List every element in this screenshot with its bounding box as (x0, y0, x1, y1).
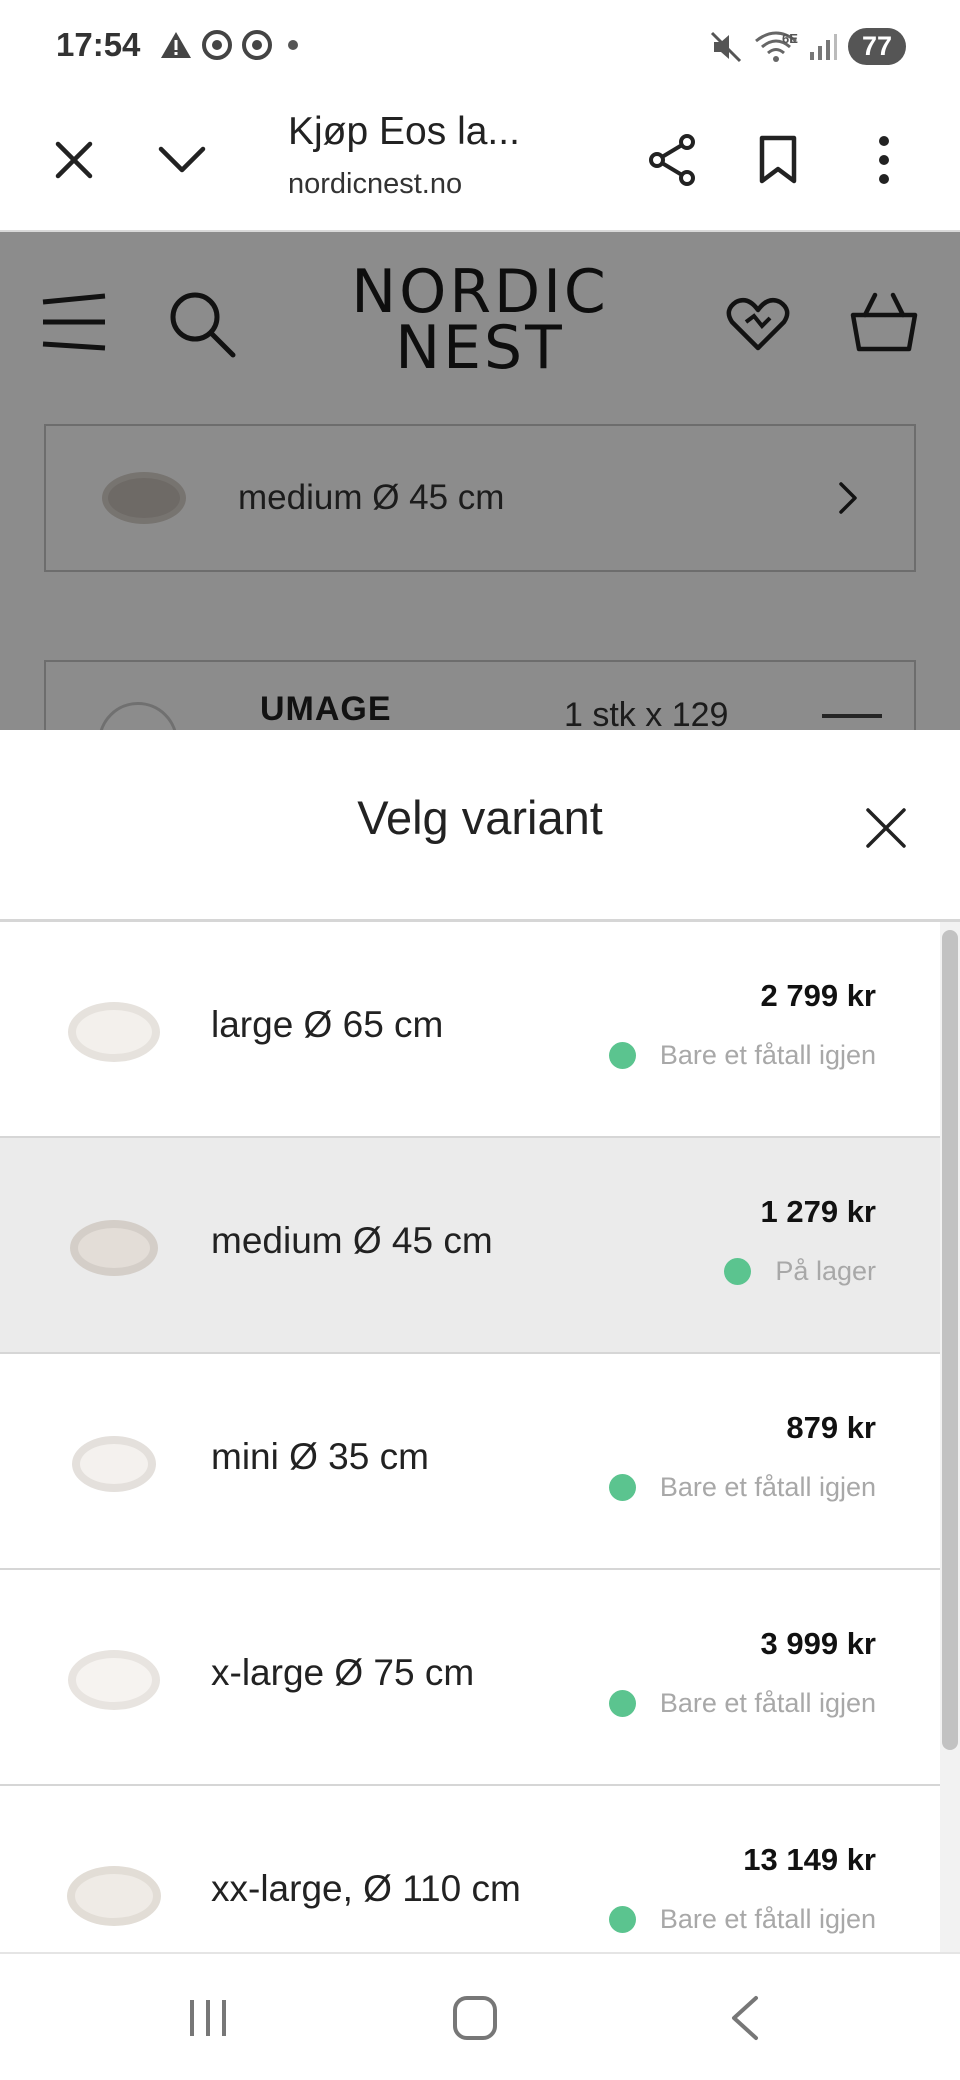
mute-icon (710, 31, 742, 62)
browser-toolbar: Kjøp Eos la... nordicnest.no (0, 92, 960, 232)
chrome-icon (242, 30, 272, 60)
more-options-button[interactable] (844, 120, 924, 200)
variant-thumbnail (68, 1650, 160, 1710)
variant-stock-text: Bare et fåtall igjen (659, 1040, 876, 1070)
tab-url[interactable]: nordicnest.no (288, 168, 462, 201)
variant-thumbnail (70, 1220, 158, 1276)
variant-price: 2 799 kr (760, 978, 877, 1013)
more-vertical-icon (879, 136, 889, 184)
variant-name: medium Ø 45 cm (211, 1220, 493, 1261)
stock-dot-icon (724, 1258, 752, 1285)
battery-indicator: 77 (847, 28, 906, 65)
signal-icon (809, 33, 837, 60)
variant-bottom-sheet: Velg variant large Ø 65 cm 2 799 kr Bare… (0, 730, 960, 1952)
variant-row[interactable]: xx-large, Ø 110 cm 13 149 kr Bare et fåt… (0, 1786, 940, 1952)
back-icon (732, 1996, 758, 2040)
stock-dot-icon (608, 1906, 636, 1933)
share-icon (649, 134, 695, 186)
variant-price: 1 279 kr (760, 1194, 877, 1229)
sheet-title: Velg variant (357, 791, 603, 844)
stock-dot-icon (608, 1042, 636, 1069)
variant-stock-text: Bare et fåtall igjen (659, 1472, 876, 1502)
variant-row[interactable]: mini Ø 35 cm 879 kr Bare et fåtall igjen (0, 1354, 940, 1570)
bookmark-icon (759, 135, 797, 184)
variant-list[interactable]: large Ø 65 cm 2 799 kr Bare et fåtall ig… (0, 922, 940, 1952)
variant-list-scrollbar[interactable] (940, 922, 960, 1952)
status-time: 17:54 (56, 26, 141, 63)
variant-thumbnail (67, 1866, 161, 1926)
variant-stock-text: Bare et fåtall igjen (659, 1904, 876, 1934)
wifi-icon: 6E (754, 31, 798, 63)
variant-stock-status: Bare et fåtall igjen (608, 1472, 876, 1503)
status-notification-icons (160, 30, 304, 60)
tab-title[interactable]: Kjøp Eos la... (288, 110, 520, 154)
system-nav-bar (0, 1952, 960, 2080)
variant-name: mini Ø 35 cm (211, 1436, 429, 1477)
warning-icon (161, 32, 191, 58)
variant-stock-status: Bare et fåtall igjen (608, 1904, 876, 1935)
variant-stock-status: Bare et fåtall igjen (608, 1688, 876, 1719)
status-bar: 17:54 6E 77 (0, 0, 960, 92)
variant-price: 879 kr (786, 1410, 876, 1445)
stock-dot-icon (608, 1690, 636, 1717)
dot-icon (288, 40, 298, 50)
bookmark-button[interactable] (738, 120, 818, 200)
status-system-icons: 6E 77 (710, 28, 906, 65)
variant-row[interactable]: x-large Ø 75 cm 3 999 kr Bare et fåtall … (0, 1570, 940, 1786)
variant-stock-text: Bare et fåtall igjen (659, 1688, 876, 1718)
close-icon (866, 808, 906, 848)
chevron-down-icon (158, 146, 206, 173)
chrome-icon (202, 30, 232, 60)
recent-apps-button[interactable] (163, 1978, 253, 2058)
recent-apps-icon (190, 2000, 226, 2036)
back-button[interactable] (700, 1978, 790, 2058)
variant-row-selected[interactable]: medium Ø 45 cm 1 279 kr På lager (0, 1138, 940, 1354)
variant-price: 3 999 kr (760, 1626, 877, 1661)
home-icon (453, 1996, 497, 2040)
variant-stock-status: Bare et fåtall igjen (608, 1040, 876, 1071)
minimize-tab-button[interactable] (142, 120, 222, 200)
share-button[interactable] (632, 120, 712, 200)
variant-name: large Ø 65 cm (211, 1004, 444, 1045)
variant-thumbnail (72, 1436, 156, 1492)
sheet-close-button[interactable] (846, 788, 926, 868)
variant-name: xx-large, Ø 110 cm (211, 1868, 521, 1909)
variant-name: x-large Ø 75 cm (211, 1652, 475, 1693)
wifi-label: 6E (782, 30, 798, 46)
variant-row[interactable]: large Ø 65 cm 2 799 kr Bare et fåtall ig… (0, 922, 940, 1138)
close-icon (55, 141, 93, 179)
stock-dot-icon (608, 1474, 636, 1501)
close-tab-button[interactable] (34, 120, 114, 200)
modal-backdrop[interactable] (0, 232, 960, 732)
variant-thumbnail (68, 1002, 160, 1062)
variant-stock-status: På lager (724, 1256, 876, 1287)
scrollbar-thumb[interactable] (942, 930, 958, 1750)
home-button[interactable] (430, 1978, 520, 2058)
variant-stock-text: På lager (775, 1256, 876, 1286)
variant-price: 13 149 kr (743, 1842, 876, 1877)
